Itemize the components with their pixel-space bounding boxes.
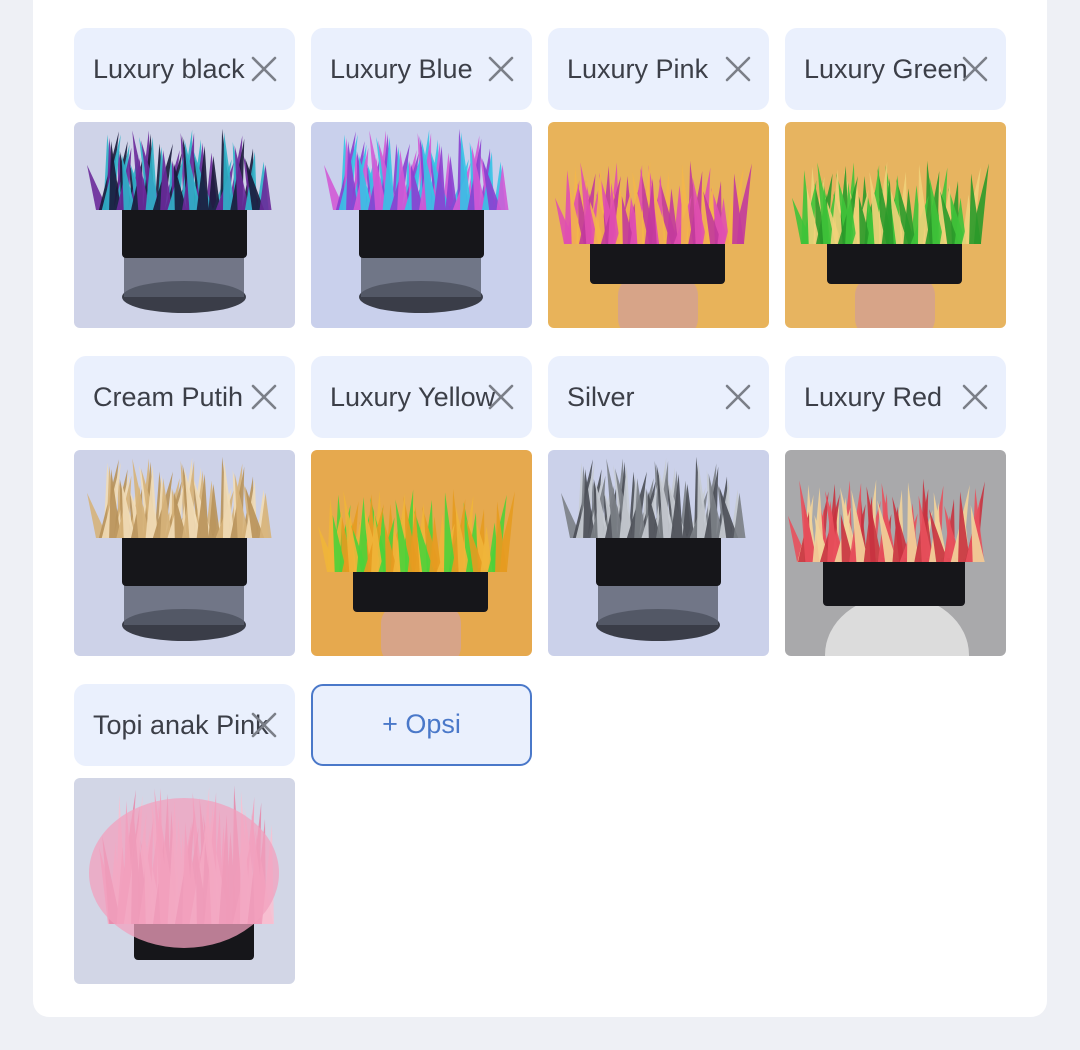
variant-item: Luxury Yellow xyxy=(311,356,532,656)
variant-chip[interactable]: Luxury Green xyxy=(785,28,1006,110)
variant-photo[interactable] xyxy=(785,450,1006,656)
close-icon[interactable] xyxy=(250,711,278,739)
variant-chip[interactable]: Silver xyxy=(548,356,769,438)
variant-label: Cream Putih xyxy=(93,382,244,412)
headband xyxy=(827,240,962,284)
headband xyxy=(122,206,247,258)
variant-item: Cream Putih xyxy=(74,356,295,656)
variant-photo[interactable] xyxy=(74,778,295,984)
close-icon[interactable] xyxy=(961,55,989,83)
variant-chip[interactable]: Luxury black xyxy=(74,28,295,110)
variant-chip[interactable]: Luxury Yellow xyxy=(311,356,532,438)
variant-chip[interactable]: Cream Putih xyxy=(74,356,295,438)
variant-label: Topi anak Pink xyxy=(93,710,269,740)
variant-label: Luxury Red xyxy=(804,382,943,412)
variant-item: Silver xyxy=(548,356,769,656)
variant-item: Luxury black xyxy=(74,28,295,328)
variant-label: Luxury black xyxy=(93,54,245,84)
close-icon[interactable] xyxy=(250,55,278,83)
variant-chip[interactable]: Luxury Pink xyxy=(548,28,769,110)
variant-item: Luxury Blue xyxy=(311,28,532,328)
close-icon[interactable] xyxy=(724,383,752,411)
headband xyxy=(359,206,484,258)
headband xyxy=(823,558,965,606)
headband xyxy=(353,568,488,612)
variant-label: Luxury Yellow xyxy=(330,382,496,412)
variant-photo[interactable] xyxy=(74,122,295,328)
variant-item: Topi anak Pink xyxy=(74,684,295,984)
headband xyxy=(590,240,725,284)
variant-label: Luxury Blue xyxy=(330,54,473,84)
close-icon[interactable] xyxy=(487,383,515,411)
variant-label: Luxury Pink xyxy=(567,54,709,84)
variant-photo[interactable] xyxy=(548,122,769,328)
variant-label: Luxury Green xyxy=(804,54,968,84)
variant-item: Luxury Green xyxy=(785,28,1006,328)
variant-chip[interactable]: Luxury Blue xyxy=(311,28,532,110)
variant-item: Luxury Pink xyxy=(548,28,769,328)
variant-photo[interactable] xyxy=(311,450,532,656)
close-icon[interactable] xyxy=(724,55,752,83)
add-option-button[interactable]: + Opsi xyxy=(311,684,532,766)
variant-chip[interactable]: Luxury Red xyxy=(785,356,1006,438)
variant-photo[interactable] xyxy=(311,122,532,328)
variant-chip[interactable]: Topi anak Pink xyxy=(74,684,295,766)
close-icon[interactable] xyxy=(250,383,278,411)
close-icon[interactable] xyxy=(487,55,515,83)
variant-photo[interactable] xyxy=(74,450,295,656)
variant-photo[interactable] xyxy=(785,122,1006,328)
variant-label: Silver xyxy=(567,382,635,412)
variant-item: Luxury Red xyxy=(785,356,1006,656)
variant-photo[interactable] xyxy=(548,450,769,656)
headband xyxy=(596,534,721,586)
headband xyxy=(122,534,247,586)
close-icon[interactable] xyxy=(961,383,989,411)
